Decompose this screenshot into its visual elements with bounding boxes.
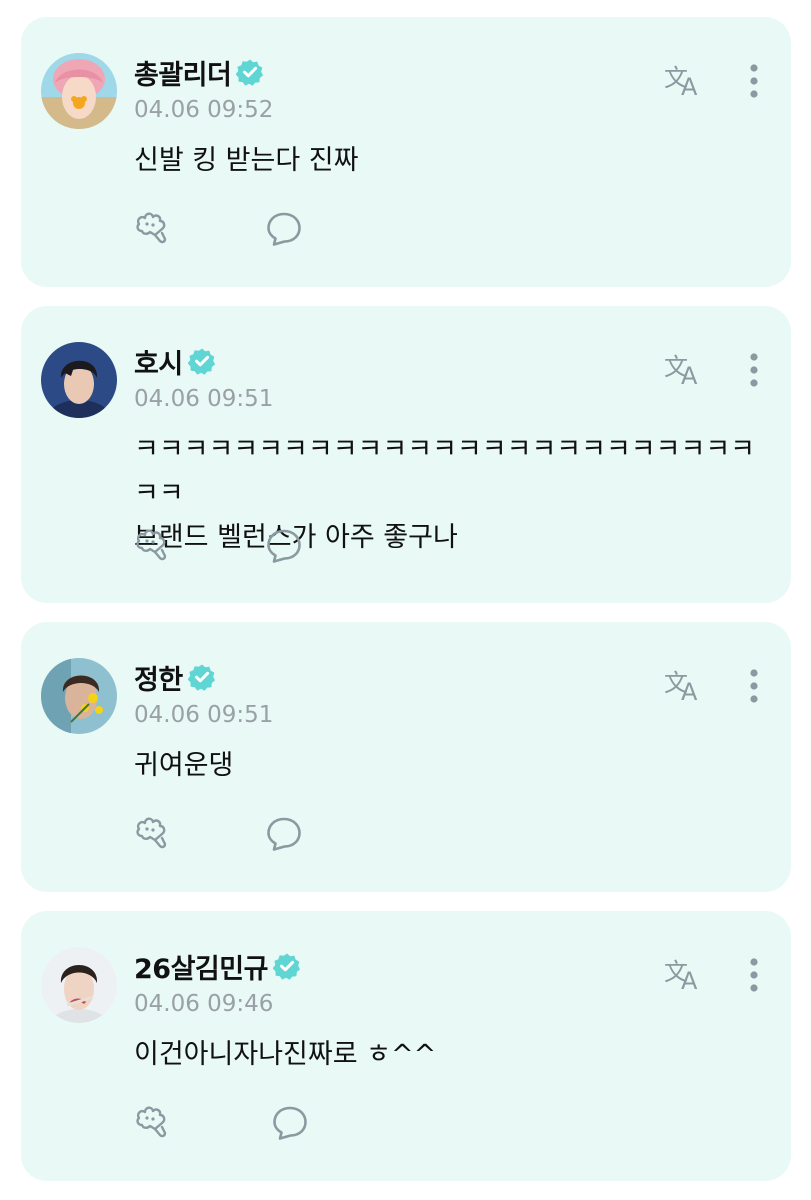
author-name[interactable]: 정한: [134, 658, 183, 697]
author-row: 호시: [134, 342, 216, 381]
verified-badge-icon: [188, 347, 216, 375]
comment-icon[interactable]: [265, 527, 303, 565]
post-text: 귀여운댕: [134, 750, 234, 781]
author-row: 정한: [134, 658, 216, 697]
comment-icon[interactable]: [265, 815, 303, 853]
post-card: 정한 04.06 09:51 귀여운댕: [21, 622, 791, 892]
author-name[interactable]: 26살김민규: [134, 947, 268, 986]
more-vertical-icon[interactable]: [739, 955, 769, 995]
avatar[interactable]: [41, 53, 117, 129]
avatar[interactable]: [41, 658, 117, 734]
verified-badge-icon: [188, 663, 216, 691]
like-icon[interactable]: [133, 527, 171, 565]
comment-icon[interactable]: [271, 1104, 309, 1142]
like-icon[interactable]: [133, 1104, 171, 1142]
post-text: ㅋㅋㅋㅋㅋㅋㅋㅋㅋㅋㅋㅋㅋㅋㅋㅋㅋㅋㅋㅋㅋㅋㅋㅋㅋㅋㅋ 브랜드 벨런스가 아주 …: [134, 434, 755, 553]
post-card: 호시 04.06 09:51 ㅋㅋㅋㅋㅋㅋㅋㅋㅋㅋㅋㅋㅋㅋㅋㅋㅋㅋㅋㅋㅋㅋㅋㅋㅋ…: [21, 306, 791, 603]
author-row: 총괄리더: [134, 53, 264, 92]
translate-icon[interactable]: [663, 954, 707, 994]
post-text: 신발 킹 받는다 진짜: [134, 145, 359, 176]
author-name[interactable]: 호시: [134, 342, 183, 381]
like-icon[interactable]: [133, 210, 171, 248]
timestamp: 04.06 09:51: [134, 702, 274, 728]
post-card: 총괄리더 04.06 09:52 신발 킹 받는다 진짜: [21, 17, 791, 287]
comment-feed: 총괄리더 04.06 09:52 신발 킹 받는다 진짜 호시 04.06 09…: [0, 0, 811, 1200]
avatar-image: [41, 658, 117, 734]
avatar-image: [41, 53, 117, 129]
like-icon[interactable]: [133, 815, 171, 853]
comment-icon[interactable]: [265, 210, 303, 248]
verified-badge-icon: [236, 58, 264, 86]
avatar-image: [41, 342, 117, 418]
avatar[interactable]: [41, 947, 117, 1023]
avatar-image: [41, 947, 117, 1023]
translate-icon[interactable]: [663, 349, 707, 389]
translate-icon[interactable]: [663, 665, 707, 705]
timestamp: 04.06 09:51: [134, 386, 274, 412]
author-name[interactable]: 총괄리더: [134, 53, 232, 92]
timestamp: 04.06 09:52: [134, 97, 274, 123]
timestamp: 04.06 09:46: [134, 991, 274, 1017]
post-card: 26살김민규 04.06 09:46 이건아니자나진짜로 ㅎ^^: [21, 911, 791, 1181]
more-vertical-icon[interactable]: [739, 666, 769, 706]
more-vertical-icon[interactable]: [739, 350, 769, 390]
verified-badge-icon: [273, 952, 301, 980]
translate-icon[interactable]: [663, 60, 707, 100]
post-text: 이건아니자나진짜로 ㅎ^^: [134, 1039, 437, 1070]
avatar[interactable]: [41, 342, 117, 418]
more-vertical-icon[interactable]: [739, 61, 769, 101]
author-row: 26살김민규: [134, 947, 301, 986]
